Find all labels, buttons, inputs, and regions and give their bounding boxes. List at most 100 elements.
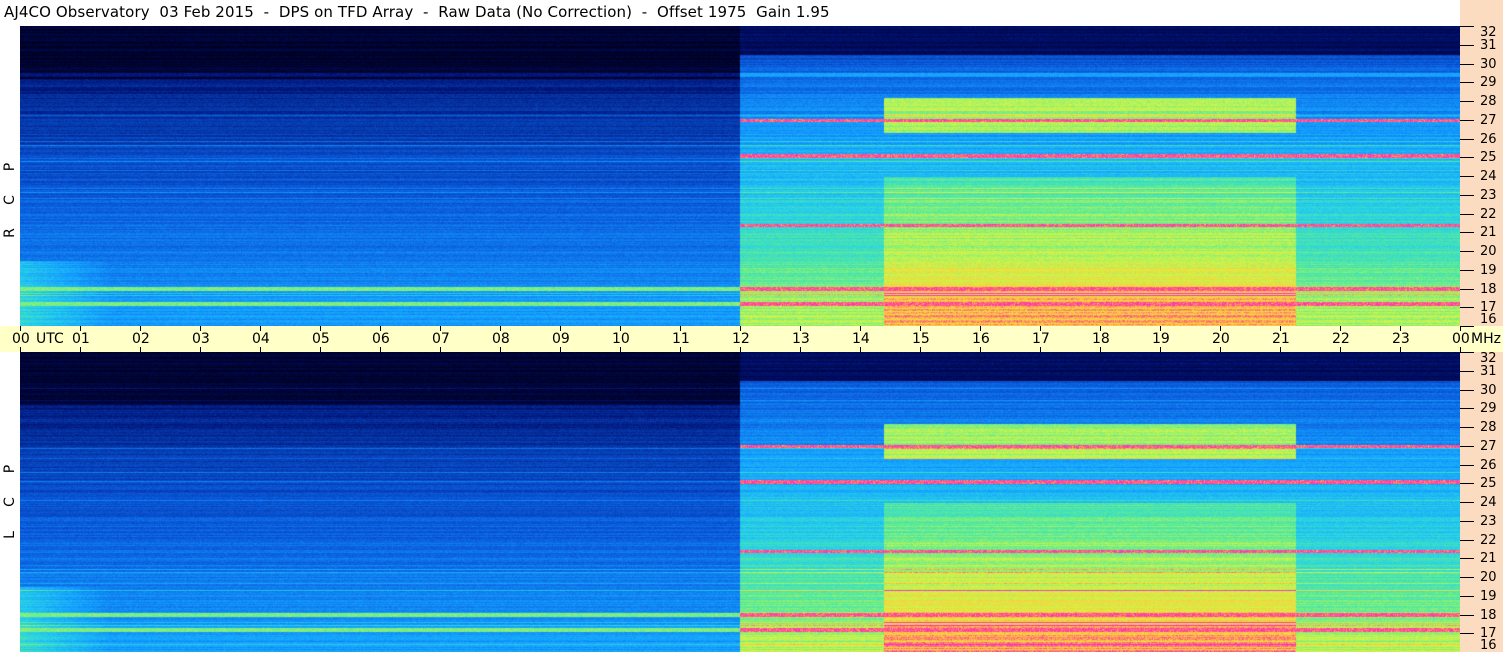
time-axis: 00 01 02 03 04 05 06 07 08 09 10 11 12 13 14 15 16 17 18 19… xyxy=(0,326,1503,352)
rcp-spectrogram-canvas xyxy=(20,26,1460,326)
freq-tick xyxy=(1460,352,1474,353)
channel-letter: L xyxy=(2,531,18,539)
time-tick-label: 15 xyxy=(912,331,930,347)
freq-tick-label: 22 xyxy=(1480,207,1497,222)
time-tick xyxy=(200,347,201,352)
time-tick xyxy=(1220,347,1221,352)
time-tick xyxy=(1100,347,1101,352)
freq-tick xyxy=(1460,326,1474,327)
freq-axis-corner xyxy=(1460,0,1503,26)
time-tick xyxy=(1400,347,1401,352)
freq-tick xyxy=(1460,64,1474,65)
time-tick-label: 03 xyxy=(192,331,210,347)
freq-tick-label: 18 xyxy=(1480,608,1497,623)
time-tick xyxy=(1160,347,1161,352)
lcp-channel-label: P C L xyxy=(0,352,20,652)
freq-tick xyxy=(1460,120,1474,121)
freq-tick xyxy=(1460,615,1474,616)
time-tick xyxy=(620,347,621,352)
time-tick xyxy=(860,347,861,352)
time-tick xyxy=(380,347,381,352)
freq-tick xyxy=(1460,465,1474,466)
time-tick-label: 08 xyxy=(492,331,510,347)
freq-tick-label: 21 xyxy=(1480,225,1497,240)
freq-tick-label: 20 xyxy=(1480,244,1497,259)
freq-tick xyxy=(1460,521,1474,522)
freq-axis-rcp: 32 31 30 29 28 27 26 25 24 23 22 21 20 19 18 17 16 xyxy=(1460,26,1503,327)
freq-tick-label: 19 xyxy=(1480,263,1497,278)
freq-tick xyxy=(1460,596,1474,597)
lcp-spectrogram-canvas xyxy=(20,352,1460,652)
freq-tick xyxy=(1460,502,1474,503)
freq-tick-label: 24 xyxy=(1480,495,1497,510)
channel-letter: P xyxy=(2,162,18,172)
freq-tick-label: 30 xyxy=(1480,57,1497,72)
time-tick-label: 10 xyxy=(612,331,630,347)
freq-tick xyxy=(1460,214,1474,215)
freq-tick xyxy=(1460,446,1474,447)
freq-tick-label: 29 xyxy=(1480,401,1497,416)
time-tick-label: 23 xyxy=(1392,331,1410,347)
freq-tick xyxy=(1460,540,1474,541)
freq-tick xyxy=(1460,633,1474,634)
time-tick-label: 09 xyxy=(552,331,570,347)
freq-tick xyxy=(1460,82,1474,83)
mhz-label: MHz xyxy=(1471,331,1501,347)
freq-tick-label: 16 xyxy=(1480,312,1497,327)
freq-tick-label: 25 xyxy=(1480,476,1497,491)
lcp-spectrogram xyxy=(20,352,1460,652)
freq-tick-label: 29 xyxy=(1480,75,1497,90)
freq-tick-label: 27 xyxy=(1480,439,1497,454)
freq-tick-label: 20 xyxy=(1480,570,1497,585)
time-tick xyxy=(260,347,261,352)
time-tick xyxy=(20,347,21,352)
time-tick xyxy=(140,347,141,352)
freq-tick-label: 25 xyxy=(1480,150,1497,165)
time-tick-label: 12 xyxy=(732,331,750,347)
channel-letter: C xyxy=(2,195,18,205)
freq-tick-label: 28 xyxy=(1480,420,1497,435)
freq-tick xyxy=(1460,157,1474,158)
time-tick-label: 20 xyxy=(1212,331,1230,347)
freq-tick xyxy=(1460,289,1474,290)
freq-tick-label: 23 xyxy=(1480,188,1497,203)
time-tick xyxy=(320,347,321,352)
channel-letter: C xyxy=(2,497,18,507)
time-tick-label: 00 xyxy=(1452,331,1470,347)
rcp-spectrogram xyxy=(20,26,1460,326)
time-tick xyxy=(920,347,921,352)
time-tick-label: 05 xyxy=(312,331,330,347)
time-tick xyxy=(500,347,501,352)
rcp-channel-label: P C R xyxy=(0,26,20,326)
time-tick xyxy=(440,347,441,352)
freq-tick xyxy=(1460,577,1474,578)
freq-tick-label: 19 xyxy=(1480,589,1497,604)
freq-tick xyxy=(1460,176,1474,177)
bottom-margin xyxy=(0,652,1503,672)
freq-tick xyxy=(1460,390,1474,391)
freq-tick xyxy=(1460,270,1474,271)
time-tick xyxy=(560,347,561,352)
time-tick-label: 21 xyxy=(1272,331,1290,347)
time-tick xyxy=(1340,347,1341,352)
time-tick-label: 16 xyxy=(972,331,990,347)
freq-tick xyxy=(1460,307,1474,308)
time-tick xyxy=(740,347,741,352)
time-tick-label: 19 xyxy=(1152,331,1170,347)
freq-tick xyxy=(1460,371,1474,372)
time-tick-label: 11 xyxy=(672,331,690,347)
freq-tick xyxy=(1460,558,1474,559)
channel-letter: P xyxy=(2,464,18,474)
freq-tick-label: 27 xyxy=(1480,113,1497,128)
freq-tick xyxy=(1460,101,1474,102)
channel-letter: R xyxy=(2,228,18,238)
freq-tick xyxy=(1460,45,1474,46)
freq-tick-label: 22 xyxy=(1480,533,1497,548)
freq-tick-label: 26 xyxy=(1480,132,1497,147)
freq-tick xyxy=(1460,251,1474,252)
time-tick-label: 04 xyxy=(252,331,270,347)
freq-tick xyxy=(1460,195,1474,196)
freq-tick-label: 31 xyxy=(1480,364,1497,379)
freq-tick xyxy=(1460,408,1474,409)
freq-tick-label: 18 xyxy=(1480,282,1497,297)
